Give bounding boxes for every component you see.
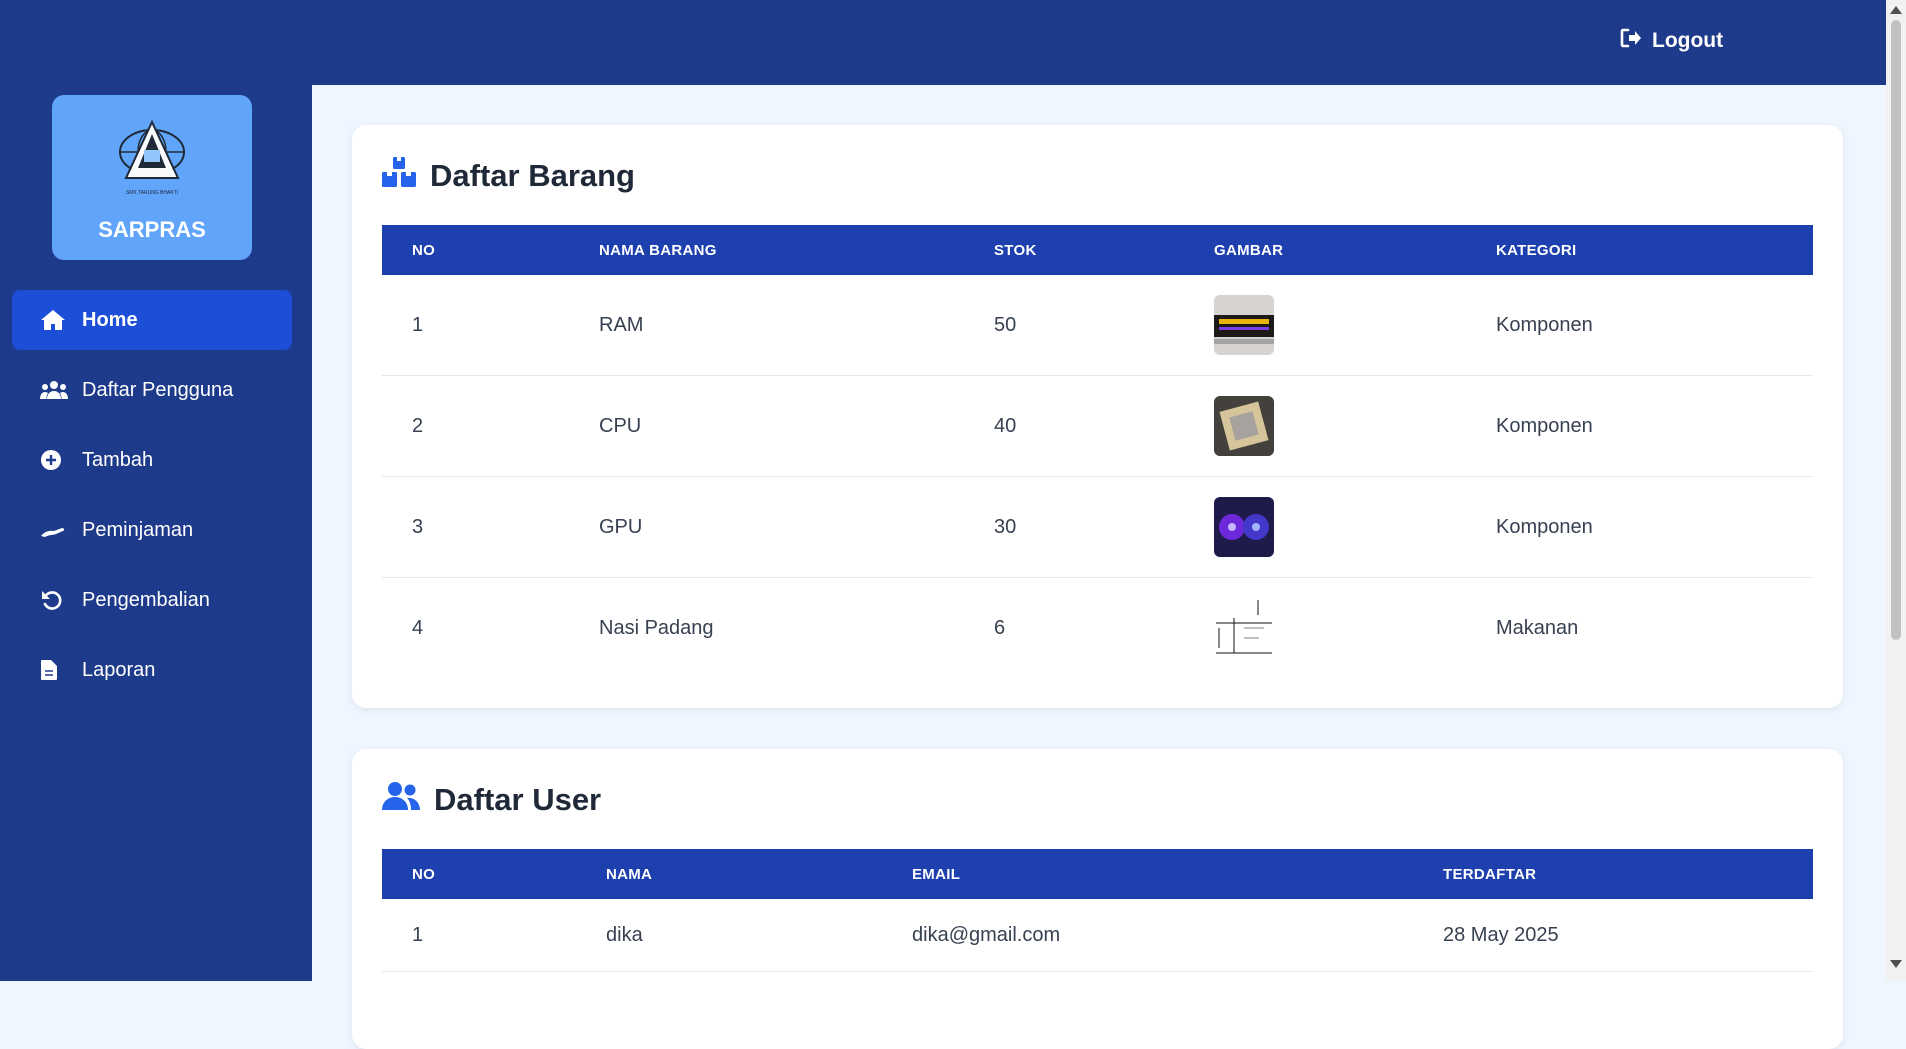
logout-label: Logout	[1652, 29, 1724, 52]
cpu-image	[1214, 396, 1274, 456]
cell-stok: 50	[964, 275, 1184, 376]
cell-no: 2	[382, 375, 569, 477]
cell-no: 1	[382, 275, 569, 376]
sidebar-item-label: Tambah	[82, 448, 154, 471]
cell-stok: 6	[994, 616, 1006, 639]
users-icon	[382, 781, 420, 819]
scroll-up-arrow[interactable]	[1890, 6, 1902, 14]
cell-nama: GPU	[569, 476, 964, 578]
gpu-image	[1214, 497, 1274, 557]
section-title: Daftar User	[434, 782, 602, 817]
ram-image	[1214, 295, 1274, 355]
sidebar-item-laporan[interactable]: Laporan	[12, 640, 292, 700]
cell-gambar	[1184, 375, 1466, 477]
sidebar-item-pengembalian[interactable]: Pengembalian	[12, 570, 292, 630]
table-row: 1 dika dika@gmail.com 28 May 2025	[382, 899, 1813, 972]
cell-no: 4	[412, 616, 424, 639]
users-card: Daftar User NO NAMA EMAIL TERDAFTAR 1 di…	[352, 749, 1843, 1049]
sidebar-item-label: Pengembalian	[82, 588, 210, 611]
school-logo	[118, 119, 186, 188]
cell-gambar	[1184, 578, 1466, 679]
cell-nama: Nasi Padang	[599, 616, 714, 639]
cell-nama: CPU	[569, 375, 964, 477]
table-row: 2 CPU 40 Komponen	[382, 375, 1813, 477]
cell-gambar	[1184, 275, 1466, 376]
column-header: STOK	[994, 241, 1037, 259]
brand-name: SARPRAS	[98, 217, 206, 242]
column-header: NAMA BARANG	[599, 241, 717, 259]
plus-circle-icon	[40, 448, 68, 472]
column-header: TERDAFTAR	[1443, 865, 1537, 883]
column-header: KATEGORI	[1496, 241, 1577, 259]
users-table: NO NAMA EMAIL TERDAFTAR 1 dika dika@gmai…	[382, 849, 1813, 972]
logo-caption: SMK TARUNG BHAKTI	[125, 190, 179, 196]
boxes-icon	[382, 157, 416, 195]
scrollbar-thumb[interactable]	[1891, 20, 1901, 640]
table-header-row: NO NAMA EMAIL TERDAFTAR	[382, 849, 1813, 899]
table-row: 4 Nasi Padang 6 Makanan	[382, 578, 1813, 679]
sidebar-item-daftar-pengguna[interactable]: Daftar Pengguna	[12, 360, 292, 420]
sidebar-item-peminjaman[interactable]: Peminjaman	[12, 500, 292, 560]
cell-email: dika@gmail.com	[882, 899, 1413, 972]
cell-kategori: Komponen	[1466, 375, 1813, 477]
cell-gambar	[1184, 476, 1466, 578]
column-header: NO	[412, 241, 436, 259]
sidebar-nav: Home Daftar Pengguna Tambah Peminjaman P…	[12, 290, 292, 710]
cell-nama: dika	[576, 899, 882, 972]
logout-button[interactable]: Logout	[1620, 26, 1723, 56]
nasi-padang-image	[1214, 598, 1274, 658]
barang-card: Daftar Barang NO NAMA BARANG STOK GAMBAR…	[352, 125, 1843, 708]
cell-stok: 30	[964, 476, 1184, 578]
column-header: EMAIL	[912, 865, 961, 883]
sidebar-item-home[interactable]: Home	[12, 290, 292, 350]
column-header: GAMBAR	[1214, 241, 1284, 259]
cell-stok: 40	[964, 375, 1184, 477]
cell-kategori: Komponen	[1466, 275, 1813, 376]
barang-table: NO NAMA BARANG STOK GAMBAR KATEGORI 1 RA…	[382, 225, 1813, 678]
sidebar-item-tambah[interactable]: Tambah	[12, 430, 292, 490]
cell-no: 1	[382, 899, 576, 972]
logout-icon	[1620, 28, 1642, 54]
top-bar: Logout	[0, 0, 1886, 85]
cell-no: 3	[382, 476, 569, 578]
column-header: NAMA	[606, 865, 653, 883]
column-header: NO	[412, 865, 436, 883]
table-row: 3 GPU 30 Komponen	[382, 476, 1813, 578]
file-icon	[40, 658, 68, 682]
sidebar-item-label: Laporan	[82, 658, 156, 681]
users-icon	[40, 378, 68, 402]
sidebar: SMK TARUNG BHAKTI SARPRAS Home Daftar Pe…	[0, 85, 312, 981]
page-title: Daftar Barang	[430, 158, 635, 193]
cell-kategori: Makanan	[1496, 616, 1579, 639]
sidebar-item-label: Daftar Pengguna	[82, 378, 234, 401]
home-icon	[40, 308, 68, 332]
undo-icon	[40, 588, 68, 612]
table-header-row: NO NAMA BARANG STOK GAMBAR KATEGORI	[382, 225, 1813, 275]
sidebar-item-label: Home	[82, 308, 138, 331]
cell-kategori: Komponen	[1466, 476, 1813, 578]
brand-card[interactable]: SMK TARUNG BHAKTI SARPRAS	[52, 95, 252, 260]
table-row: 1 RAM 50 Komponen	[382, 275, 1813, 376]
page-scrollbar[interactable]	[1886, 0, 1906, 981]
barang-heading: Daftar Barang	[382, 157, 635, 195]
sidebar-item-label: Peminjaman	[82, 518, 194, 541]
hand-icon	[40, 518, 68, 542]
cell-nama: RAM	[569, 275, 964, 376]
scroll-down-arrow[interactable]	[1890, 960, 1902, 968]
users-heading: Daftar User	[382, 781, 601, 819]
cell-terdaftar: 28 May 2025	[1413, 899, 1813, 972]
